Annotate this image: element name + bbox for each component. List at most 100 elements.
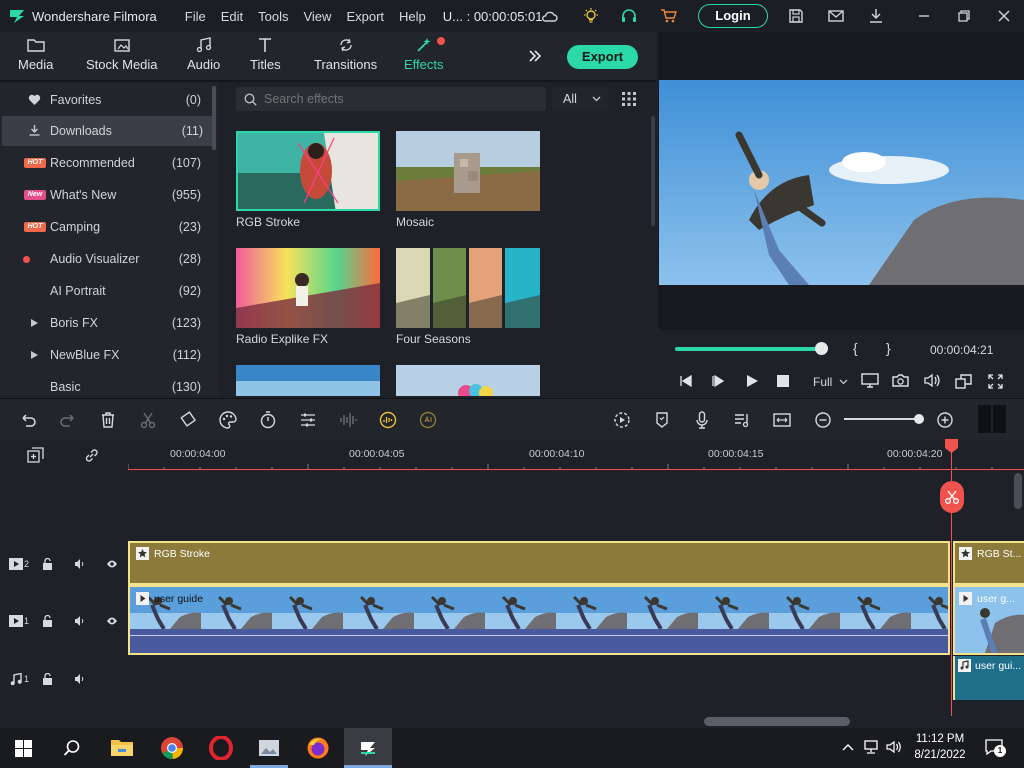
zoom-in-icon[interactable] <box>935 410 955 430</box>
auto-beat-icon[interactable] <box>378 410 398 430</box>
scissors-icon[interactable] <box>138 410 158 430</box>
zoom-out-icon[interactable] <box>813 410 833 430</box>
tab-audio[interactable]: Audio <box>187 37 220 72</box>
effect-thumb-mosaic[interactable] <box>396 131 540 211</box>
search-input[interactable] <box>264 90 534 108</box>
link-icon[interactable] <box>83 447 100 464</box>
undo-icon[interactable] <box>18 410 38 430</box>
step-forward-icon[interactable] <box>711 374 725 388</box>
expand-arrow-icon[interactable] <box>31 319 38 327</box>
filmora-taskbar-button[interactable] <box>344 728 392 768</box>
effect-thumb-partial[interactable] <box>236 365 380 396</box>
ai-speech-icon[interactable] <box>418 410 438 430</box>
opera-icon[interactable] <box>208 736 234 760</box>
network-icon[interactable] <box>862 740 880 754</box>
sidebar-item-camping[interactable]: HOT Camping (23) <box>0 212 212 242</box>
restore-icon[interactable] <box>955 7 973 25</box>
sidebar-scrollbar[interactable] <box>212 86 216 150</box>
tab-transitions[interactable]: Transitions <box>314 37 377 72</box>
audio-mixer-icon[interactable] <box>732 410 752 430</box>
menu-file[interactable]: File <box>185 9 206 24</box>
chevron-up-icon[interactable] <box>842 743 854 751</box>
redo-icon[interactable] <box>58 410 78 430</box>
sidebar-item-downloads[interactable]: Downloads (11) <box>2 116 212 146</box>
playback-progress-track[interactable] <box>675 342 828 355</box>
timeline-horizontal-scrollbar[interactable] <box>704 717 850 726</box>
playhead-handle[interactable] <box>945 439 958 453</box>
effects-scrollbar[interactable] <box>651 116 655 226</box>
speaker-icon[interactable] <box>886 740 902 754</box>
file-explorer-icon[interactable] <box>110 737 134 757</box>
mark-in-icon[interactable]: { <box>853 340 858 356</box>
fullscreen-icon[interactable] <box>988 374 1003 389</box>
tag-icon[interactable] <box>178 410 198 430</box>
search-icon[interactable] <box>63 739 81 757</box>
sidebar-item-audio-visualizer[interactable]: Audio Visualizer (28) <box>0 244 212 274</box>
video-preview[interactable] <box>659 80 1024 285</box>
layout-toggle[interactable] <box>978 405 1006 433</box>
zoom-slider-knob[interactable] <box>914 414 924 424</box>
fit-timeline-icon[interactable] <box>772 410 792 430</box>
eye-icon[interactable] <box>106 616 118 626</box>
video-clip-user-guide[interactable]: user guide <box>128 585 950 655</box>
effect-thumb-partial[interactable] <box>396 365 540 396</box>
login-button[interactable]: Login <box>698 4 768 28</box>
menu-export[interactable]: Export <box>346 9 384 24</box>
firefox-icon[interactable] <box>306 736 330 760</box>
effect-thumb-rgb-stroke[interactable] <box>236 131 380 211</box>
adjust-icon[interactable] <box>298 410 318 430</box>
effect-thumb-four-seasons[interactable] <box>396 248 540 328</box>
display-icon[interactable] <box>861 373 879 389</box>
clock-date[interactable]: 8/21/2022 <box>910 749 970 761</box>
volume-icon[interactable] <box>924 373 940 388</box>
grid-view-icon[interactable] <box>622 92 636 106</box>
menu-help[interactable]: Help <box>399 9 426 24</box>
effect-thumb-radio-explike-fx[interactable] <box>236 248 380 328</box>
sidebar-item-newblue-fx[interactable]: NewBlue FX (112) <box>0 340 212 370</box>
menu-view[interactable]: View <box>303 9 331 24</box>
windows-start-icon[interactable] <box>15 740 32 757</box>
tab-titles[interactable]: Titles <box>250 37 281 72</box>
double-chevron-right-icon[interactable] <box>527 48 543 64</box>
microphone-icon[interactable] <box>692 410 712 430</box>
menu-edit[interactable]: Edit <box>221 9 243 24</box>
menu-tools[interactable]: Tools <box>258 9 288 24</box>
expand-arrow-icon[interactable] <box>31 351 38 359</box>
cloud-icon[interactable] <box>540 7 558 25</box>
timeline-vertical-scrollbar[interactable] <box>1014 473 1022 509</box>
video-clip-user-guide-2[interactable]: user g... <box>953 585 1024 655</box>
sidebar-item-boris-fx[interactable]: Boris FX (123) <box>0 308 212 338</box>
filter-dropdown[interactable]: All <box>552 87 608 111</box>
play-icon[interactable] <box>745 374 759 388</box>
lock-icon[interactable] <box>42 615 53 627</box>
delete-icon[interactable] <box>98 410 118 430</box>
pip-icon[interactable] <box>955 373 972 389</box>
chrome-icon[interactable] <box>160 736 184 760</box>
split-button[interactable] <box>940 481 964 513</box>
tab-media[interactable]: Media <box>18 37 53 72</box>
close-icon[interactable] <box>995 7 1013 25</box>
save-icon[interactable] <box>787 7 805 25</box>
cart-icon[interactable] <box>660 7 678 25</box>
sidebar-item-whats-new[interactable]: New What's New (955) <box>0 180 212 210</box>
audio-clip-user-guide[interactable]: user gui... <box>953 656 1024 700</box>
volume-icon[interactable] <box>74 673 86 685</box>
timer-icon[interactable] <box>258 410 278 430</box>
color-palette-icon[interactable] <box>218 410 238 430</box>
stop-icon[interactable] <box>777 375 789 387</box>
mark-out-icon[interactable]: } <box>886 340 891 356</box>
audio-waveform-icon[interactable] <box>338 410 358 430</box>
sidebar-item-ai-portrait[interactable]: AI Portrait (92) <box>0 276 212 306</box>
camera-icon[interactable] <box>892 373 909 388</box>
volume-icon[interactable] <box>74 558 86 570</box>
tab-stock-media[interactable]: Stock Media <box>86 37 158 72</box>
clock-time[interactable]: 11:12 PM <box>914 733 966 745</box>
lock-icon[interactable] <box>42 673 53 685</box>
mail-icon[interactable] <box>827 7 845 25</box>
download-icon[interactable] <box>867 7 885 25</box>
playhead-knob[interactable] <box>814 342 828 355</box>
zoom-slider-track[interactable] <box>844 418 920 420</box>
minimize-icon[interactable] <box>915 7 933 25</box>
search-box[interactable] <box>236 87 546 111</box>
step-back-icon[interactable] <box>679 374 693 388</box>
